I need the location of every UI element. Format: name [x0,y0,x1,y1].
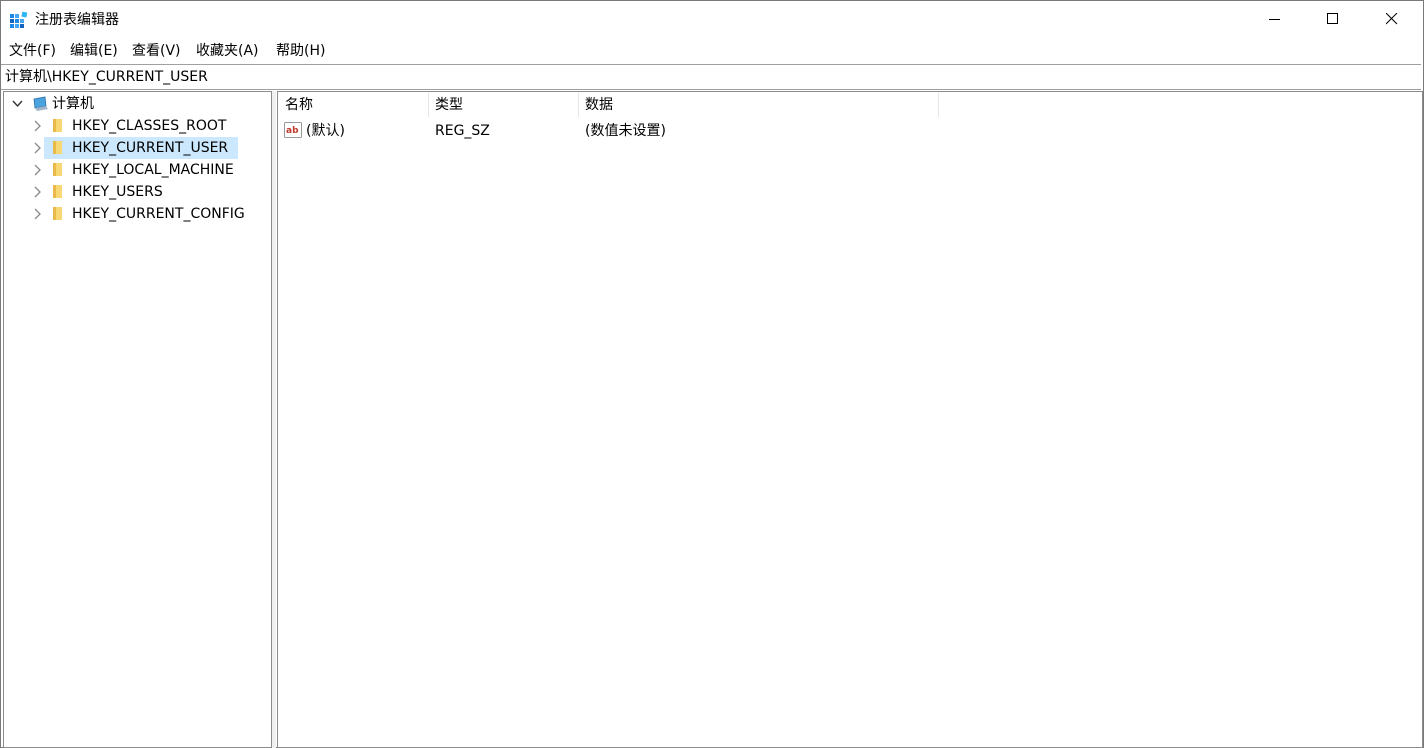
tree-item-label: HKEY_USERS [72,184,163,200]
chevron-right-icon[interactable] [34,120,41,132]
title-bar[interactable]: 注册表编辑器 [1,1,1423,38]
value-data: (数值未设置) [585,123,666,139]
column-divider[interactable] [938,93,939,117]
tree-item-label: HKEY_CURRENT_USER [72,140,229,156]
tree-item-label: HKEY_CURRENT_CONFIG [72,206,245,222]
chevron-right-icon[interactable] [34,164,41,176]
chevron-right-icon[interactable] [34,186,41,198]
string-value-icon: ab [284,122,302,138]
tree-item-label: HKEY_LOCAL_MACHINE [72,162,234,178]
tree-item-hkey-users[interactable]: HKEY_USERS [4,181,269,203]
folder-icon [53,207,62,220]
registry-editor-window: 注册表编辑器 文件(F) 编辑(E) 查看(V) 收藏夹(A) 帮助(H) 计算… [0,0,1424,748]
list-item[interactable]: ab (默认) REG_SZ (数值未设置) [278,119,978,143]
menu-view[interactable]: 查看(V) [132,42,181,60]
menu-file[interactable]: 文件(F) [9,42,56,60]
computer-icon [33,96,48,111]
registry-editor-icon [10,11,29,30]
tree-item-hkey-local-machine[interactable]: HKEY_LOCAL_MACHINE [4,159,269,181]
tree-item-hkey-classes-root[interactable]: HKEY_CLASSES_ROOT [4,115,269,137]
column-divider[interactable] [578,93,579,117]
minimize-icon [1269,19,1280,20]
close-icon [1386,13,1398,25]
folder-icon [53,185,62,198]
minimize-button[interactable] [1247,1,1305,38]
tree-item-hkey-current-user[interactable]: HKEY_CURRENT_USER [4,137,269,159]
chevron-down-icon[interactable] [12,100,23,108]
address-bar[interactable]: 计算机\HKEY_CURRENT_USER [1,64,1421,90]
menu-edit[interactable]: 编辑(E) [70,42,118,60]
value-type: REG_SZ [435,123,490,139]
column-header-type[interactable]: 类型 [435,92,575,118]
folder-icon [53,163,62,176]
value-list-pane[interactable]: 名称 类型 数据 ab (默认) REG_SZ (数值未设置) [277,91,1423,748]
maximize-button[interactable] [1305,1,1363,38]
chevron-right-icon[interactable] [34,142,41,154]
menu-help[interactable]: 帮助(H) [276,42,325,60]
close-button[interactable] [1364,1,1422,38]
folder-icon [53,141,62,154]
svg-text:ab: ab [286,126,299,136]
window-title: 注册表编辑器 [35,12,119,28]
pane-splitter[interactable] [272,91,276,748]
tree-item-label: 计算机 [52,96,94,112]
address-path[interactable]: 计算机\HKEY_CURRENT_USER [5,68,208,86]
menu-bar: 文件(F) 编辑(E) 查看(V) 收藏夹(A) 帮助(H) [1,39,1423,63]
folder-icon [53,119,62,132]
key-tree-pane[interactable]: 计算机 HKEY_CLASSES_ROOT HKEY_CURRENT_USER [3,91,272,748]
tree-item-computer[interactable]: 计算机 [4,93,269,115]
chevron-right-icon[interactable] [34,208,41,220]
menu-favorites[interactable]: 收藏夹(A) [196,42,259,60]
column-header-data[interactable]: 数据 [585,92,935,118]
maximize-icon [1327,13,1338,24]
value-name: (默认) [306,123,345,139]
tree-item-hkey-current-config[interactable]: HKEY_CURRENT_CONFIG [4,203,269,225]
tree-item-label: HKEY_CLASSES_ROOT [72,118,227,134]
column-divider[interactable] [428,93,429,117]
column-header-name[interactable]: 名称 [285,92,425,118]
